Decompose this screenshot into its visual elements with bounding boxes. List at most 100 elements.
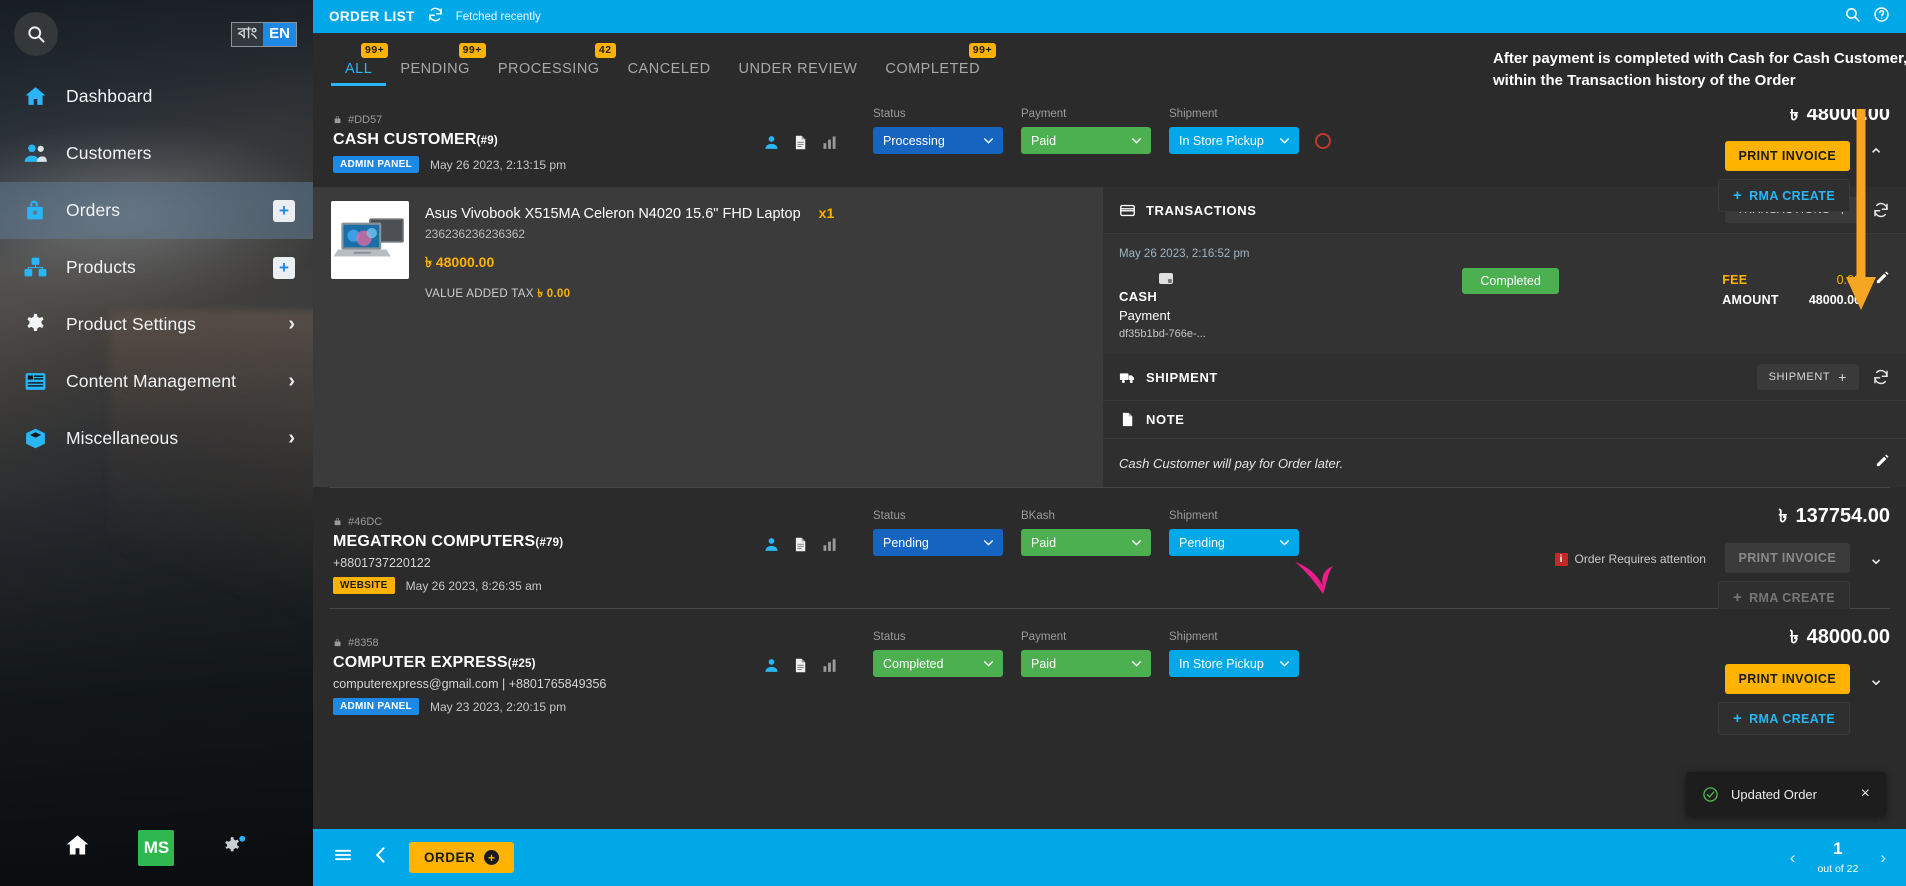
amount-label: AMOUNT (1722, 293, 1779, 307)
shipment-select[interactable]: Pending (1169, 529, 1299, 556)
chevron-down-icon (984, 138, 993, 144)
rma-create-button[interactable]: + RMA CREATE (1717, 702, 1851, 735)
tab-completed[interactable]: 99+ COMPLETED (871, 43, 997, 86)
sidebar-add-product-button[interactable]: + (273, 256, 295, 279)
sidebar-add-order-button[interactable]: + (273, 199, 295, 222)
pagination-next-button[interactable]: › (1880, 848, 1886, 868)
order-actions: i Order Requires attention PRINT INVOICE… (1470, 543, 1890, 614)
refresh-icon[interactable] (427, 6, 444, 28)
customer-number: (#25) (507, 658, 536, 670)
shipment-label: Shipment (1169, 510, 1218, 522)
language-toggle[interactable]: বাং EN (231, 21, 297, 47)
order-selectors: Status Processing Payment Paid Shipment … (873, 106, 1299, 154)
order-progress-ring (1315, 133, 1331, 149)
sidebar-search-button[interactable] (14, 12, 58, 56)
sidebar-item-product-settings[interactable]: Product Settings › (0, 296, 313, 353)
order-date: May 26 2023, 2:13:15 pm (430, 157, 567, 172)
chevron-left-icon (375, 847, 385, 863)
product-title: Asus Vivobook X515MA Celeron N4020 15.6"… (425, 206, 801, 222)
create-order-button[interactable]: ORDER + (409, 842, 515, 873)
shipment-select[interactable]: In Store Pickup (1169, 650, 1299, 677)
sidebar-item-dashboard[interactable]: Dashboard (0, 68, 313, 125)
toast-close-button[interactable]: × (1861, 785, 1870, 803)
product-thumbnail (331, 201, 409, 279)
invoice-document-icon[interactable] (792, 134, 809, 156)
payment-select[interactable]: Paid (1021, 529, 1151, 556)
tab-under-review[interactable]: UNDER REVIEW (725, 61, 872, 86)
menu-icon[interactable] (333, 845, 353, 870)
product-title-row: Asus Vivobook X515MA Celeron N4020 15.6"… (425, 205, 834, 222)
order-summary-block: ৳ 48000.00 PRINT INVOICE + RMA CREATE (1470, 100, 1890, 212)
sidebar-item-customers[interactable]: Customers (0, 125, 313, 182)
edit-note-button[interactable] (1875, 453, 1890, 473)
transaction-status-wrap: Completed (1309, 246, 1712, 294)
sidebar-home-button[interactable] (64, 832, 91, 864)
orders-icon (20, 198, 50, 223)
add-shipment-button[interactable]: SHIPMENT + (1756, 364, 1859, 390)
expand-order-button[interactable]: ⌄ (1862, 543, 1890, 574)
shipment-select[interactable]: In Store Pickup (1169, 127, 1299, 154)
language-option-bn[interactable]: বাং (232, 22, 264, 46)
toast-message: Updated Order (1731, 786, 1817, 802)
sidebar-bottom-bar: MS (0, 810, 313, 886)
refresh-shipment-icon[interactable] (1872, 368, 1890, 386)
tab-label: CANCELED (627, 61, 711, 77)
rma-create-button[interactable]: + RMA CREATE (1717, 179, 1851, 212)
status-label: Status (873, 631, 906, 643)
transaction-row: May 26 2023, 2:16:52 pm CASH Payment df3… (1103, 234, 1906, 354)
tab-canceled[interactable]: CANCELED (614, 61, 725, 86)
gear-icon (20, 312, 50, 337)
sidebar-item-label: Miscellaneous (66, 428, 179, 448)
pagination-prev-button[interactable]: ‹ (1790, 848, 1796, 868)
note-title: NOTE (1146, 412, 1185, 427)
tab-all[interactable]: 99+ ALL (331, 43, 389, 86)
order-stats-icon[interactable] (821, 536, 838, 558)
help-icon[interactable] (1873, 6, 1890, 28)
status-select[interactable]: Completed (873, 650, 1003, 677)
order-customer-name[interactable]: CASH CUSTOMER(#9) (333, 131, 763, 149)
chevron-down-icon (984, 540, 993, 546)
order-customer-name[interactable]: MEGATRON COMPUTERS(#79) (333, 533, 763, 551)
order-list[interactable]: #DD57 CASH CUSTOMER(#9) ADMIN PANEL May … (313, 86, 1906, 829)
invoice-document-icon[interactable] (792, 657, 809, 679)
sidebar-item-label: Orders (66, 200, 121, 220)
order-stats-icon[interactable] (821, 134, 838, 156)
sidebar-item-content-management[interactable]: Content Management › (0, 353, 313, 410)
language-option-en[interactable]: EN (263, 22, 296, 46)
payment-select[interactable]: Paid (1021, 127, 1151, 154)
sidebar-item-label: Product Settings (66, 314, 197, 334)
order-stats-icon[interactable] (821, 657, 838, 679)
brand-logo: MS (138, 830, 175, 866)
print-invoice-button[interactable]: PRINT INVOICE (1724, 664, 1851, 694)
invoice-document-icon[interactable] (792, 536, 809, 558)
header-search-button[interactable] (1844, 6, 1861, 28)
status-select[interactable]: Processing (873, 127, 1003, 154)
customer-profile-icon[interactable] (763, 657, 780, 679)
customer-name-text: COMPUTER EXPRESS (333, 654, 508, 671)
pagination: ‹ 1 out of 22 › (1790, 839, 1886, 877)
sidebar-settings-button[interactable] (222, 832, 249, 864)
chevron-down-icon (1280, 540, 1289, 546)
payment-select[interactable]: Paid (1021, 650, 1151, 677)
sidebar-item-miscellaneous[interactable]: Miscellaneous › (0, 410, 313, 467)
plus-icon: + (1838, 369, 1847, 385)
customer-profile-icon[interactable] (763, 536, 780, 558)
expand-order-button[interactable]: ⌄ (1862, 664, 1890, 695)
back-button[interactable] (371, 845, 391, 870)
transaction-method: CASH (1119, 289, 1158, 304)
sidebar-item-products[interactable]: Products + (0, 239, 313, 296)
sidebar-item-label: Content Management (66, 371, 237, 391)
print-invoice-button[interactable]: PRINT INVOICE (1724, 543, 1851, 573)
plus-icon: + (1732, 187, 1743, 204)
sidebar-item-orders[interactable]: Orders + (0, 182, 313, 239)
product-price: ৳ 48000.00 (425, 254, 495, 270)
tab-pending[interactable]: 99+ PENDING (386, 43, 486, 86)
status-select[interactable]: Pending (873, 529, 1003, 556)
shipment-selector-wrap: Shipment In Store Pickup (1169, 108, 1299, 154)
print-invoice-button[interactable]: PRINT INVOICE (1724, 141, 1851, 171)
order-customer-name[interactable]: COMPUTER EXPRESS(#25) (333, 654, 763, 672)
customer-profile-icon[interactable] (763, 134, 780, 156)
sidebar-item-label: Products (66, 257, 136, 277)
tab-processing[interactable]: 42 PROCESSING (484, 43, 616, 86)
note-title-group: NOTE (1119, 411, 1185, 428)
